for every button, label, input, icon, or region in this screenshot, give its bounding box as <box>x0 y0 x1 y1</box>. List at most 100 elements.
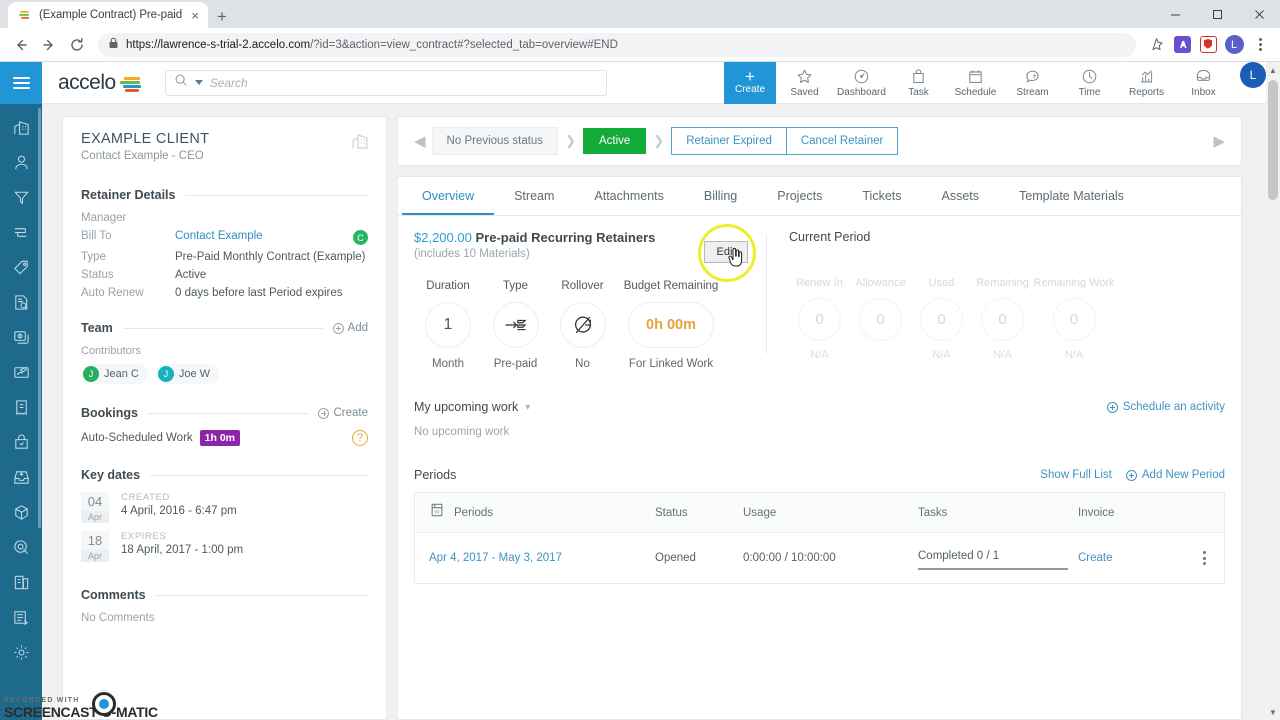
client-subtitle: Contact Example - CEO <box>81 150 204 162</box>
accelo-logo[interactable]: accelo <box>42 71 141 95</box>
cp-metric-remaining-work: Remaining Work 0 N/A <box>1033 277 1115 363</box>
user-avatar[interactable]: L <box>1240 61 1266 88</box>
periods-title: Periods <box>414 468 457 482</box>
tab-overview[interactable]: Overview <box>402 177 495 215</box>
section-title: Bookings <box>81 406 138 420</box>
add-new-period-button[interactable]: Add New Period <box>1125 469 1225 481</box>
tab-assets[interactable]: Assets <box>922 177 1000 215</box>
bill-to-link[interactable]: Contact Example <box>175 230 353 242</box>
contributor-name: Joe W <box>178 368 211 380</box>
rail-item-contacts[interactable] <box>0 145 42 180</box>
create-invoice-link[interactable]: Create <box>1078 552 1184 564</box>
minimize-button[interactable] <box>1154 0 1196 28</box>
add-team-member-button[interactable]: Add <box>332 322 368 334</box>
browser-tab[interactable]: (Example Contract) Pre-paid Mon × <box>8 2 208 28</box>
page-scrollbar[interactable]: ▲ ▼ <box>1266 62 1280 720</box>
tab-projects[interactable]: Projects <box>757 177 842 215</box>
close-window-button[interactable] <box>1238 0 1280 28</box>
rail-item-tickets[interactable] <box>0 250 42 285</box>
search-input[interactable]: Search <box>164 69 607 96</box>
rail-item-billing[interactable] <box>0 320 42 355</box>
section-title: Key dates <box>81 468 141 482</box>
header-item-stream[interactable]: Stream <box>1004 62 1061 104</box>
rail-item-retainers[interactable] <box>0 530 42 565</box>
chevron-down-icon[interactable]: ▾ <box>525 402 530 413</box>
status-button-cancel-retainer[interactable]: Cancel Retainer <box>786 127 899 155</box>
scrollbar-thumb[interactable] <box>1268 80 1278 200</box>
rail-item-settings[interactable] <box>0 635 42 670</box>
header-item-schedule[interactable]: Schedule <box>947 62 1004 104</box>
rail-item-inbox[interactable] <box>0 460 42 495</box>
metric-sub: Pre-paid <box>493 358 538 370</box>
rail-item-expenses[interactable] <box>0 565 42 600</box>
show-full-list-link[interactable]: Show Full List <box>1040 469 1112 481</box>
divider <box>150 474 368 476</box>
metric-sub: No <box>575 358 590 370</box>
header-item-inbox[interactable]: Inbox <box>1175 62 1232 104</box>
client-name[interactable]: EXAMPLE CLIENT <box>81 131 209 147</box>
rail-item-quotes[interactable] <box>0 355 42 390</box>
new-tab-button[interactable]: + <box>208 8 236 28</box>
scroll-down-arrow-icon[interactable]: ▼ <box>1266 704 1280 720</box>
rail-item-purchases[interactable] <box>0 425 42 460</box>
search-filter-chevron-icon[interactable] <box>194 80 203 85</box>
metric-label: Rollover <box>561 280 604 292</box>
date-month: Apr <box>81 511 109 523</box>
row-menu-icon[interactable] <box>1184 551 1224 565</box>
status-current-active[interactable]: Active <box>582 128 647 154</box>
metric-sub <box>850 349 911 363</box>
tab-close-icon[interactable]: × <box>190 9 200 22</box>
rail-item-workflow[interactable] <box>0 215 42 250</box>
browser-menu-icon[interactable] <box>1248 33 1272 57</box>
column-header-status: Status <box>655 506 688 519</box>
status-prev-arrow-icon[interactable]: ◀ <box>408 132 432 150</box>
rail-item-reports[interactable] <box>0 285 42 320</box>
divider <box>147 412 309 414</box>
address-bar[interactable]: https://lawrence-s-trial-2.accelo.com/?i… <box>98 32 1136 57</box>
reload-button[interactable] <box>64 32 90 58</box>
period-link[interactable]: Apr 4, 2017 - May 3, 2017 <box>415 552 655 564</box>
forward-button[interactable] <box>36 32 62 58</box>
status-next-arrow-icon[interactable]: ▶ <box>1207 132 1231 150</box>
header-item-time[interactable]: Time <box>1061 62 1118 104</box>
extension-purple-icon[interactable] <box>1170 33 1194 57</box>
chevron-right-icon: ❯ <box>653 133 665 148</box>
bookmark-star-icon[interactable] <box>1144 33 1168 57</box>
tab-tickets[interactable]: Tickets <box>842 177 921 215</box>
tab-attachments[interactable]: Attachments <box>574 177 683 215</box>
create-button[interactable]: + Create <box>724 61 776 104</box>
header-item-task[interactable]: Task <box>890 62 947 104</box>
schedule-activity-button[interactable]: Schedule an activity <box>1106 401 1225 413</box>
header-item-dashboard[interactable]: Dashboard <box>833 62 890 104</box>
status-button-retainer-expired[interactable]: Retainer Expired <box>671 127 787 155</box>
tab-billing[interactable]: Billing <box>684 177 757 215</box>
maximize-button[interactable] <box>1196 0 1238 28</box>
edit-retainer-highlight: Edit <box>698 224 756 282</box>
detail-row-manager: Manager <box>81 212 368 224</box>
extension-shield-icon[interactable] <box>1196 33 1220 57</box>
create-booking-button[interactable]: Create <box>318 407 368 419</box>
scroll-up-arrow-icon[interactable]: ▲ <box>1266 62 1280 78</box>
rail-item-lists[interactable] <box>0 600 42 635</box>
hamburger-icon <box>12 77 30 89</box>
contributor-chip[interactable]: J Jean C <box>81 364 148 384</box>
detail-row-status: Status Active <box>81 269 368 281</box>
tab-stream[interactable]: Stream <box>494 177 574 215</box>
tab-template-materials[interactable]: Template Materials <box>999 177 1144 215</box>
metric-label: Remaining Work <box>1033 277 1115 289</box>
question-circle-icon[interactable]: ? <box>352 430 368 446</box>
profile-avatar[interactable]: L <box>1222 33 1246 57</box>
menu-toggle-button[interactable] <box>0 62 42 104</box>
rail-item-invoices[interactable] <box>0 390 42 425</box>
rail-scrollbar[interactable] <box>38 108 41 528</box>
retainer-metrics: Duration 1 Month Type Pre-paid Rollover … <box>414 280 752 370</box>
metric-value: 0h 00m <box>628 302 714 348</box>
rail-item-companies[interactable] <box>0 110 42 145</box>
back-button[interactable] <box>8 32 34 58</box>
tasks-progress-label: Completed 0 / 1 <box>918 550 1000 562</box>
rail-item-sales[interactable] <box>0 180 42 215</box>
header-item-reports[interactable]: Reports <box>1118 62 1175 104</box>
header-item-saved[interactable]: Saved <box>776 62 833 104</box>
rail-item-assets[interactable] <box>0 495 42 530</box>
contributor-chip[interactable]: J Joe W <box>155 364 220 384</box>
